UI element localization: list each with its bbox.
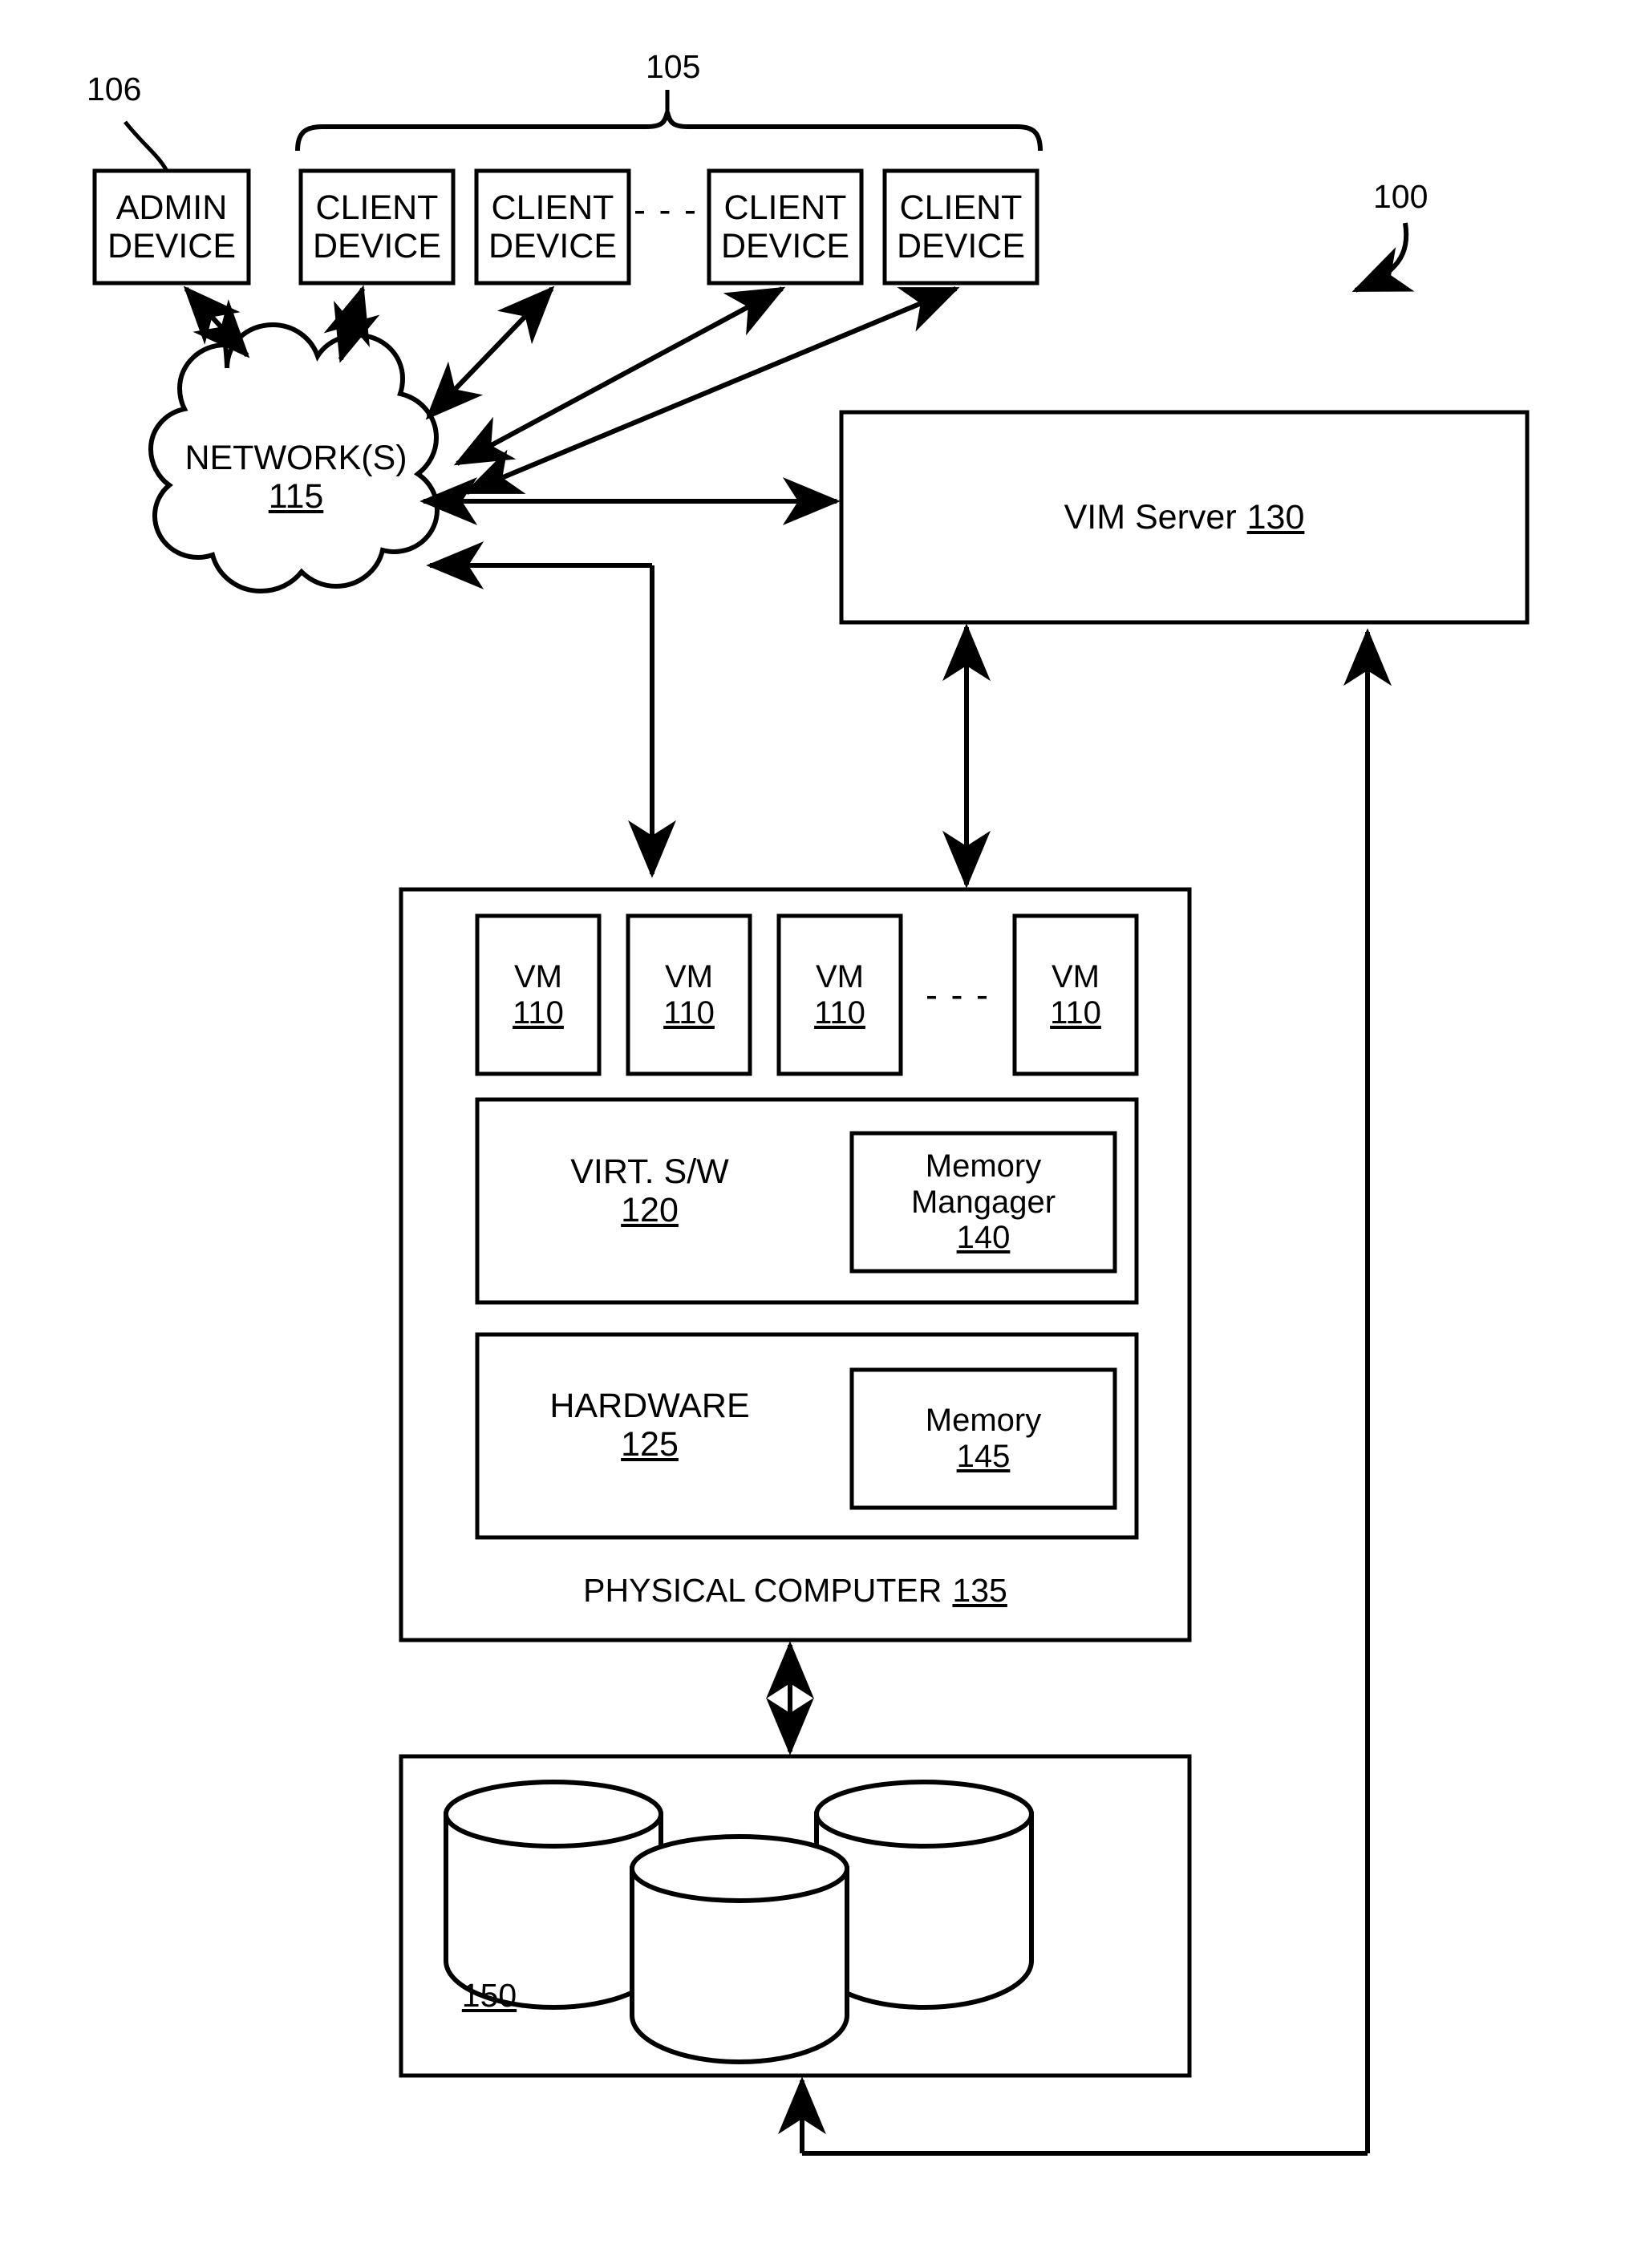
memory-box <box>849 1367 1117 1510</box>
vm-box-1 <box>475 913 602 1076</box>
vm-box-2 <box>626 913 752 1076</box>
network-cloud <box>148 322 440 594</box>
arrow-network-to-client2 <box>426 286 555 419</box>
storage-cylinder-front-top <box>630 1834 849 1903</box>
client-device-box-4 <box>882 168 1039 286</box>
client-group-brace <box>295 111 1043 152</box>
figure-canvas: 106 105 100 ADMIN DEVICE CLIENT DEVICE C… <box>0 0 1625 2268</box>
storage-cylinder-left-top <box>444 1780 663 1849</box>
arrow-network-to-client3 <box>456 286 786 466</box>
storage-cylinder-right-top <box>814 1780 1034 1849</box>
callout-105: 105 <box>646 48 701 85</box>
system-leader-arrow <box>1351 222 1415 293</box>
client-device-box-3 <box>707 168 864 286</box>
vim-server-box <box>839 410 1530 625</box>
arrow-network-to-client4 <box>465 286 960 495</box>
vm-box-3 <box>776 913 903 1076</box>
diagram-lines <box>92 90 1530 2156</box>
memory-manager-box <box>849 1131 1117 1274</box>
callout-106: 106 <box>87 71 142 107</box>
callout-100: 100 <box>1373 178 1428 215</box>
client-device-box-1 <box>298 168 456 286</box>
admin-device-box <box>92 168 251 286</box>
admin-leader-line <box>124 120 169 172</box>
physical-computer-box <box>399 887 1192 1642</box>
vm-box-4 <box>1012 913 1139 1076</box>
client-device-box-2 <box>474 168 631 286</box>
